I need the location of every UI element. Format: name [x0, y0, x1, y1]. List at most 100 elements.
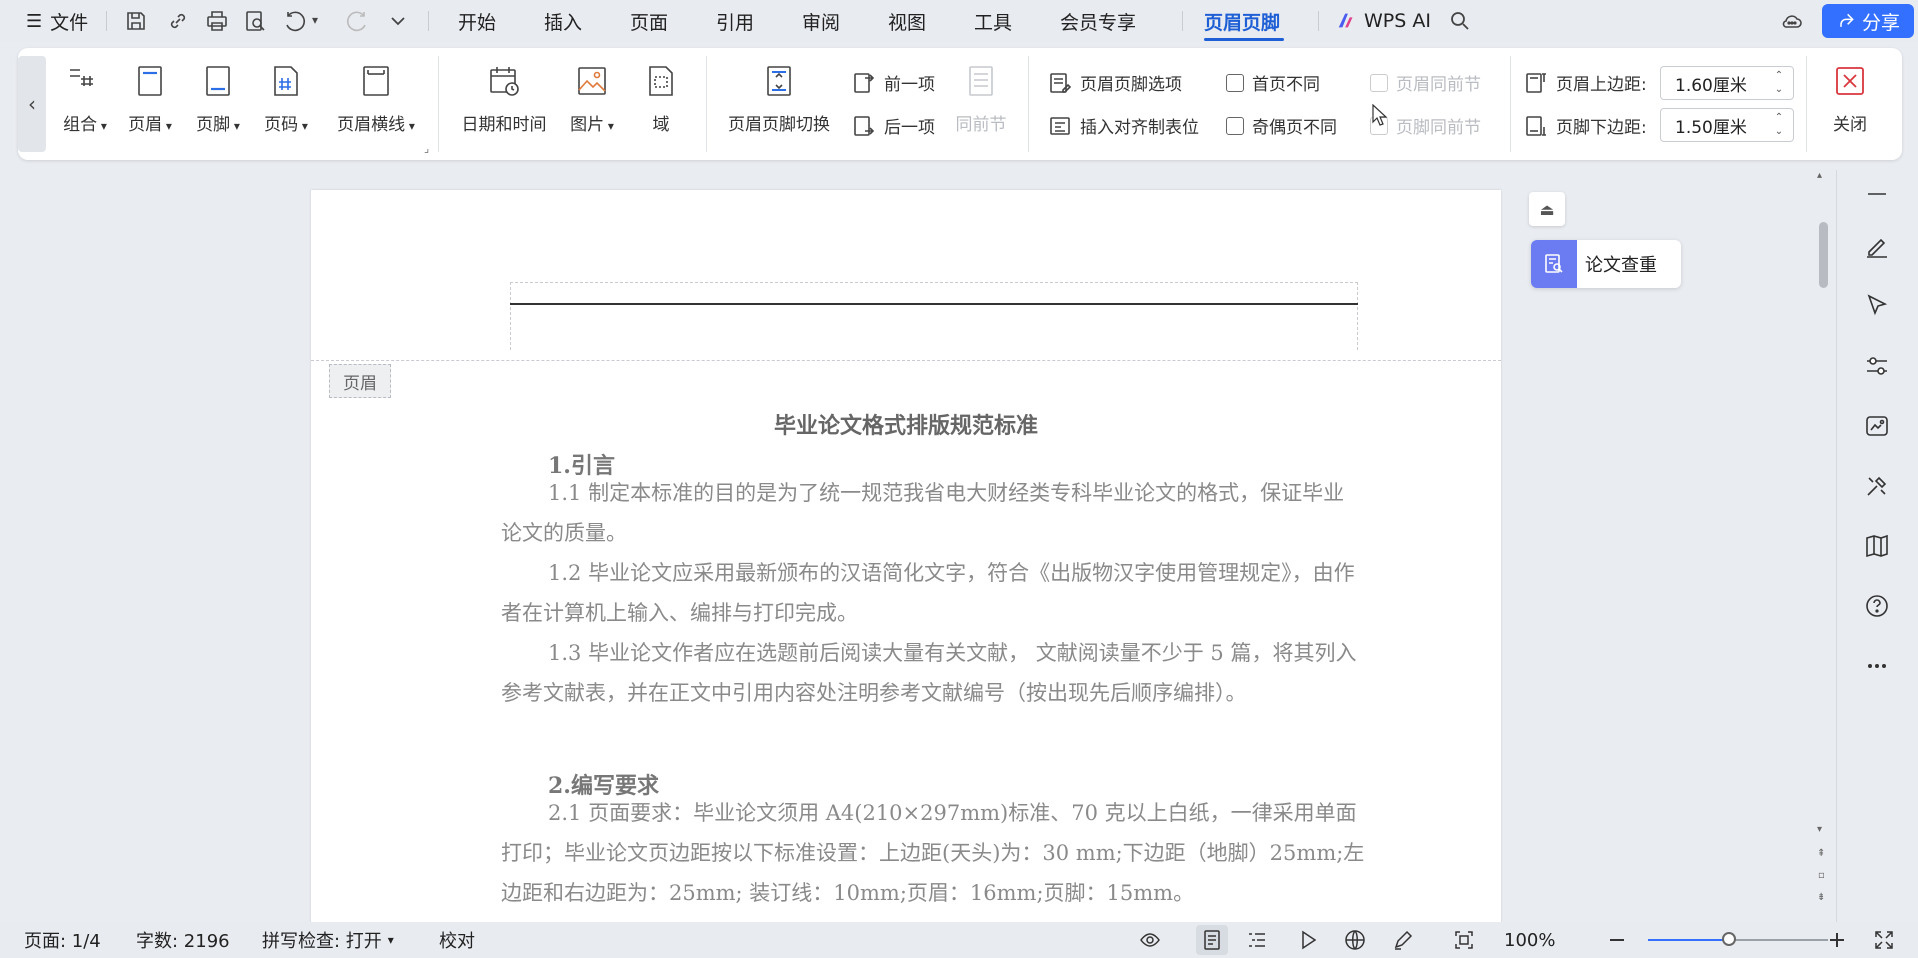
insert-align-tab-button[interactable]: 插入对齐制表位: [1048, 113, 1199, 138]
header-area[interactable]: [510, 282, 1358, 350]
tab-header-footer[interactable]: 页眉页脚: [1204, 0, 1280, 42]
zoom-in-icon[interactable]: [1826, 929, 1848, 951]
next-item-icon: [852, 114, 876, 138]
picture-button[interactable]: 图片: [562, 48, 622, 135]
tools-icon[interactable]: [1863, 472, 1891, 500]
fit-screen-icon[interactable]: [1453, 929, 1475, 951]
field-button[interactable]: 域: [636, 48, 686, 135]
cursor-select-icon[interactable]: [1863, 292, 1891, 320]
next-page-icon[interactable]: ⇟: [1817, 892, 1825, 903]
header-footer-switch-button[interactable]: 页眉页脚切换: [720, 48, 838, 135]
fullscreen-icon[interactable]: [1873, 929, 1895, 951]
footer-bottom-margin-label: 页脚下边距:: [1556, 118, 1647, 138]
header-line-button[interactable]: 页眉横线: [330, 48, 422, 135]
odd-even-different-checkbox[interactable]: 奇偶页不同: [1226, 113, 1337, 138]
print-preview-icon[interactable]: [243, 9, 267, 33]
image-ai-icon[interactable]: [1863, 412, 1891, 440]
print-icon[interactable]: [205, 9, 229, 33]
footer-margin-icon: [1524, 114, 1548, 138]
date-time-button[interactable]: 日期和时间: [458, 48, 550, 135]
more-options-icon[interactable]: [1863, 652, 1891, 680]
help-icon[interactable]: [1863, 592, 1891, 620]
right-sidebar: [1836, 170, 1918, 930]
header-footer-options-button[interactable]: 页眉页脚选项: [1048, 70, 1182, 95]
page-number-button[interactable]: 页码: [256, 48, 316, 135]
proofread-button[interactable]: 校对: [439, 922, 475, 958]
zoom-out-icon[interactable]: [1606, 929, 1628, 951]
tab-references[interactable]: 引用: [716, 0, 754, 42]
pen-tool-icon[interactable]: [1392, 929, 1414, 951]
cloud-icon[interactable]: [1780, 9, 1804, 33]
scroll-up-icon[interactable]: ▴: [1817, 170, 1822, 181]
tab-review[interactable]: 审阅: [802, 0, 840, 42]
zoom-slider-knob[interactable]: [1722, 932, 1736, 946]
tab-view[interactable]: 视图: [888, 0, 926, 42]
footer-icon: [201, 64, 235, 98]
footer-bottom-margin-value: 1.50厘米: [1675, 117, 1747, 138]
play-icon[interactable]: [1297, 929, 1319, 951]
hamburger-icon: ☰: [26, 10, 43, 32]
divider: [1182, 11, 1183, 31]
divider: [428, 11, 429, 31]
wps-ai-button[interactable]: WPS AI: [1336, 0, 1431, 42]
ribbon-scroll-left-button[interactable]: ‹: [18, 56, 46, 152]
divider: [1806, 56, 1807, 152]
header-button[interactable]: 页眉: [120, 48, 180, 135]
tab-insert[interactable]: 插入: [544, 0, 582, 42]
undo-icon[interactable]: [284, 9, 308, 33]
tab-home[interactable]: 开始: [458, 0, 496, 42]
divider: [106, 11, 107, 31]
pen-icon[interactable]: [1863, 232, 1891, 260]
checkbox-unchecked-icon: [1226, 73, 1244, 92]
adjust-sliders-icon[interactable]: [1863, 352, 1891, 380]
file-menu[interactable]: ☰ 文件: [26, 0, 88, 42]
group-expand-icon[interactable]: ⌟: [424, 142, 429, 155]
close-header-footer-button[interactable]: 关闭: [1822, 48, 1878, 135]
page-view-icon[interactable]: [1201, 929, 1223, 951]
eye-protection-icon[interactable]: [1139, 929, 1161, 951]
spell-check-toggle[interactable]: 拼写检查: 打开 ▾: [262, 922, 394, 958]
minimize-icon[interactable]: [1863, 180, 1891, 208]
word-count[interactable]: 字数: 2196: [136, 922, 230, 958]
undo-dropdown-icon[interactable]: ▾: [312, 13, 326, 37]
outline-view-icon[interactable]: [1246, 929, 1268, 951]
picture-label: 图片: [570, 110, 614, 135]
collapse-panel-button[interactable]: ⏏: [1529, 192, 1565, 226]
first-page-different-checkbox[interactable]: 首页不同: [1226, 70, 1320, 95]
link-icon[interactable]: [166, 9, 190, 33]
options-label: 页眉页脚选项: [1080, 75, 1182, 95]
tab-page[interactable]: 页面: [630, 0, 668, 42]
save-icon[interactable]: [124, 9, 148, 33]
tab-tools[interactable]: 工具: [974, 0, 1012, 42]
spinner-arrows-icon[interactable]: ⌃ ⌄: [1773, 69, 1785, 97]
more-dropdown-icon[interactable]: [386, 9, 410, 33]
spinner-arrows-icon[interactable]: ⌃ ⌄: [1773, 111, 1785, 139]
share-label: 分享: [1861, 11, 1900, 34]
calendar-clock-icon: [487, 64, 521, 98]
next-item-button[interactable]: 后一项: [852, 113, 935, 138]
share-button[interactable]: 分享: [1822, 4, 1914, 38]
previous-item-button[interactable]: 前一项: [852, 70, 935, 95]
combine-label: 组合: [63, 110, 107, 135]
footer-button[interactable]: 页脚: [188, 48, 248, 135]
search-icon[interactable]: [1448, 9, 1472, 33]
select-browse-object-icon[interactable]: ▫: [1818, 870, 1825, 881]
header-icon: [133, 64, 167, 98]
scrollbar-thumb[interactable]: [1819, 222, 1828, 288]
menu-bar: ☰ 文件 ▾ 开始 插入 页面 引用 审阅 视图 工具 会员专享 页眉页脚 WP…: [0, 0, 1918, 42]
zoom-level[interactable]: 100%: [1504, 922, 1555, 958]
scroll-down-icon[interactable]: ▾: [1817, 824, 1822, 835]
page-indicator[interactable]: 页面: 1/4: [24, 922, 101, 958]
footer-bottom-margin-spinner[interactable]: 1.50厘米 ⌃ ⌄: [1660, 108, 1794, 142]
tab-member[interactable]: 会员专享: [1060, 0, 1136, 42]
header-top-margin-spinner[interactable]: 1.60厘米 ⌃ ⌄: [1660, 66, 1794, 100]
previous-page-icon[interactable]: ⇞: [1817, 848, 1825, 859]
combine-button[interactable]: 组合: [58, 48, 112, 135]
vertical-scrollbar[interactable]: ▴ ▾ ⇞ ▫ ⇟: [1816, 170, 1830, 920]
paragraph: 1.3 毕业论文作者应在选题前后阅读大量有关文献， 文献阅读量不少于 5 篇，将…: [501, 641, 1357, 705]
document-page[interactable]: 页眉 毕业论文格式排版规范标准 1.引言 1.1 制定本标准的目的是为了统一规范…: [311, 190, 1501, 930]
web-view-icon[interactable]: [1344, 929, 1366, 951]
book-map-icon[interactable]: [1863, 532, 1891, 560]
paper-check-button[interactable]: 论文查重: [1531, 240, 1681, 288]
divider: [1318, 11, 1319, 31]
